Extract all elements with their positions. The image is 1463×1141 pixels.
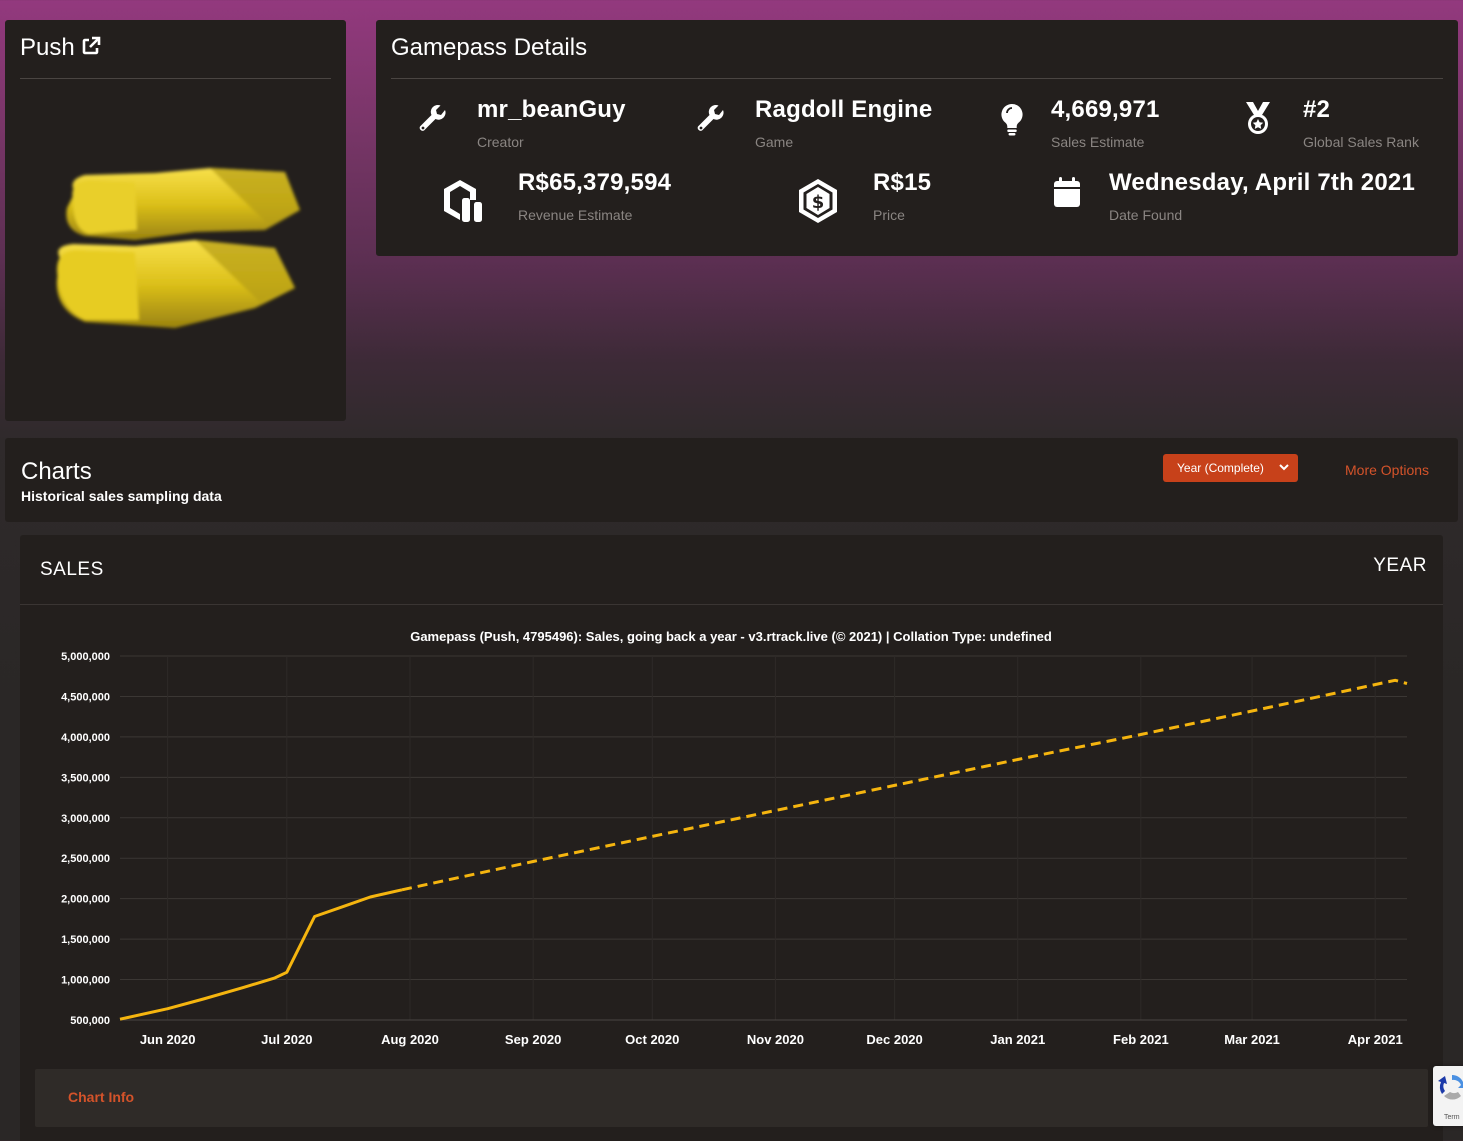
y-tick-label: 3,000,000 xyxy=(61,813,110,825)
chart-series xyxy=(119,678,1408,1021)
dollar-hexagon-icon: $ xyxy=(794,177,842,230)
chart-info-box[interactable]: Chart Info xyxy=(35,1069,1428,1127)
creator-value[interactable]: mr_beanGuy xyxy=(477,96,626,124)
gamepass-details-panel: Gamepass Details mr_beanGuy Creator Ragd… xyxy=(376,20,1458,256)
date-found-value: Wednesday, April 7th 2021 xyxy=(1109,169,1415,196)
sales-estimate-value: 4,669,971 xyxy=(1051,96,1160,123)
range-select-value: Year (Complete) xyxy=(1177,461,1264,475)
sales-line-chart: Gamepass (Push, 4795496): Sales, going b… xyxy=(61,629,1408,1047)
sales-estimate-label: Sales Estimate xyxy=(1051,134,1145,150)
price-label: Price xyxy=(873,207,905,223)
divider xyxy=(391,78,1443,79)
chart-panel-range: YEAR xyxy=(1373,555,1427,576)
svg-text:$: $ xyxy=(812,192,825,213)
details-title: Gamepass Details xyxy=(391,34,588,61)
x-tick-label: Apr 2021 xyxy=(1348,1032,1403,1047)
x-tick-label: Jul 2020 xyxy=(261,1032,312,1047)
y-tick-label: 1,000,000 xyxy=(61,975,110,987)
x-tick-label: Dec 2020 xyxy=(866,1032,922,1047)
external-link-icon[interactable] xyxy=(81,36,101,61)
chevron-down-icon xyxy=(1278,461,1290,476)
recaptcha-badge[interactable]: Term xyxy=(1433,1066,1463,1126)
y-tick-label: 2,500,000 xyxy=(61,853,110,865)
game-label: Game xyxy=(755,134,794,150)
y-tick-label: 4,500,000 xyxy=(61,691,110,703)
chart-title: Gamepass (Push, 4795496): Sales, going b… xyxy=(410,629,1052,644)
charts-subtitle: Historical sales sampling data xyxy=(21,488,222,504)
x-tick-label: Feb 2021 xyxy=(1113,1032,1169,1047)
global-sales-rank-value: #2 xyxy=(1303,96,1331,123)
y-tick-label: 1,500,000 xyxy=(61,934,110,946)
x-axis: Jun 2020 Jul 2020 Aug 2020 Sep 2020 Oct 2020… xyxy=(140,1032,1403,1047)
item-title-row[interactable]: Push xyxy=(20,34,101,62)
chart-info-label[interactable]: Chart Info xyxy=(68,1089,134,1105)
gamepass-thumbnail xyxy=(45,160,315,350)
x-tick-label: Nov 2020 xyxy=(747,1032,804,1047)
chart-panel-title: SALES xyxy=(40,559,104,580)
date-found-label: Date Found xyxy=(1109,207,1183,223)
y-tick-label: 2,000,000 xyxy=(61,894,110,906)
x-tick-label: Sep 2020 xyxy=(505,1032,561,1047)
robux-stack-icon xyxy=(440,178,486,229)
recaptcha-icon xyxy=(1437,1072,1463,1107)
x-tick-label: Jan 2021 xyxy=(990,1032,1045,1047)
creator-label: Creator xyxy=(477,134,524,150)
game-value[interactable]: Ragdoll Engine xyxy=(755,96,932,124)
wrench-icon xyxy=(416,102,450,141)
item-panel: Push xyxy=(5,20,346,421)
y-axis: 500,000 1,000,000 1,500,000 2,000,000 2,500,… xyxy=(61,651,110,1027)
y-tick-label: 500,000 xyxy=(70,1015,110,1027)
sales-line-recorded[interactable] xyxy=(119,888,403,1021)
sales-chart-panel: SALES YEAR Gamepass (Push, 4795496): Sal… xyxy=(20,535,1443,1141)
charts-title: Charts xyxy=(21,458,92,485)
chart-grid xyxy=(120,655,1407,1021)
x-tick-label: Mar 2021 xyxy=(1224,1032,1280,1047)
wrench-icon xyxy=(694,102,728,141)
y-tick-label: 5,000,000 xyxy=(61,651,110,663)
y-tick-label: 3,500,000 xyxy=(61,772,110,784)
lightbulb-icon xyxy=(998,102,1026,141)
more-options-link[interactable]: More Options xyxy=(1345,462,1429,478)
y-tick-label: 4,000,000 xyxy=(61,732,110,744)
price-value: R$15 xyxy=(873,169,932,196)
calendar-icon xyxy=(1053,176,1081,213)
item-title[interactable]: Push xyxy=(20,34,75,62)
range-select[interactable]: Year (Complete) xyxy=(1163,454,1298,482)
divider xyxy=(20,78,331,79)
x-tick-label: Aug 2020 xyxy=(381,1032,439,1047)
x-tick-label: Jun 2020 xyxy=(140,1032,196,1047)
revenue-estimate-label: Revenue Estimate xyxy=(518,207,633,223)
medal-icon xyxy=(1242,100,1274,141)
charts-header: Charts Historical sales sampling data Ye… xyxy=(5,438,1458,522)
recaptcha-terms-link[interactable]: Term xyxy=(1444,1114,1460,1121)
revenue-estimate-value: R$65,379,594 xyxy=(518,169,672,196)
global-sales-rank-label: Global Sales Rank xyxy=(1303,134,1419,150)
x-tick-label: Oct 2020 xyxy=(625,1032,679,1047)
